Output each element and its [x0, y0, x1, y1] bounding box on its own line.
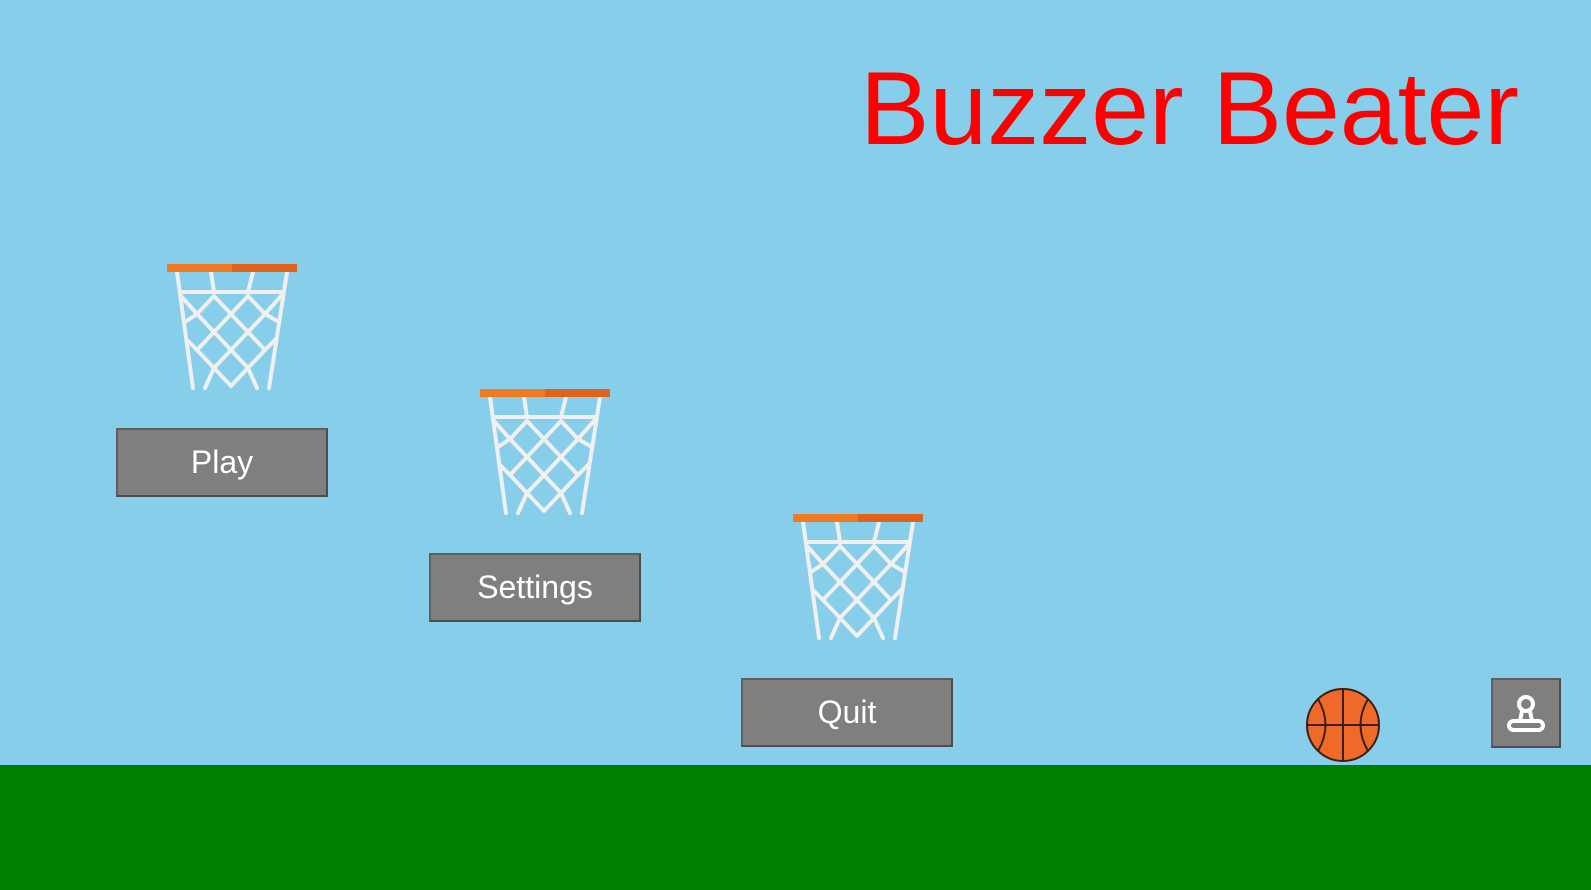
game-scene: Buzzer Beater Play Settings Quit	[0, 0, 1591, 890]
basketball-hoop-icon	[167, 264, 297, 390]
basketball-hoop-icon	[793, 514, 923, 640]
play-button[interactable]: Play	[116, 428, 328, 497]
basketball-icon	[1306, 688, 1380, 762]
ground	[0, 765, 1591, 890]
profile-button[interactable]	[1491, 678, 1561, 748]
settings-button[interactable]: Settings	[429, 553, 641, 622]
game-title: Buzzer Beater	[860, 51, 1519, 167]
quit-button[interactable]: Quit	[741, 678, 953, 747]
person-icon	[1507, 695, 1545, 732]
basketball-hoop-icon	[480, 389, 610, 515]
